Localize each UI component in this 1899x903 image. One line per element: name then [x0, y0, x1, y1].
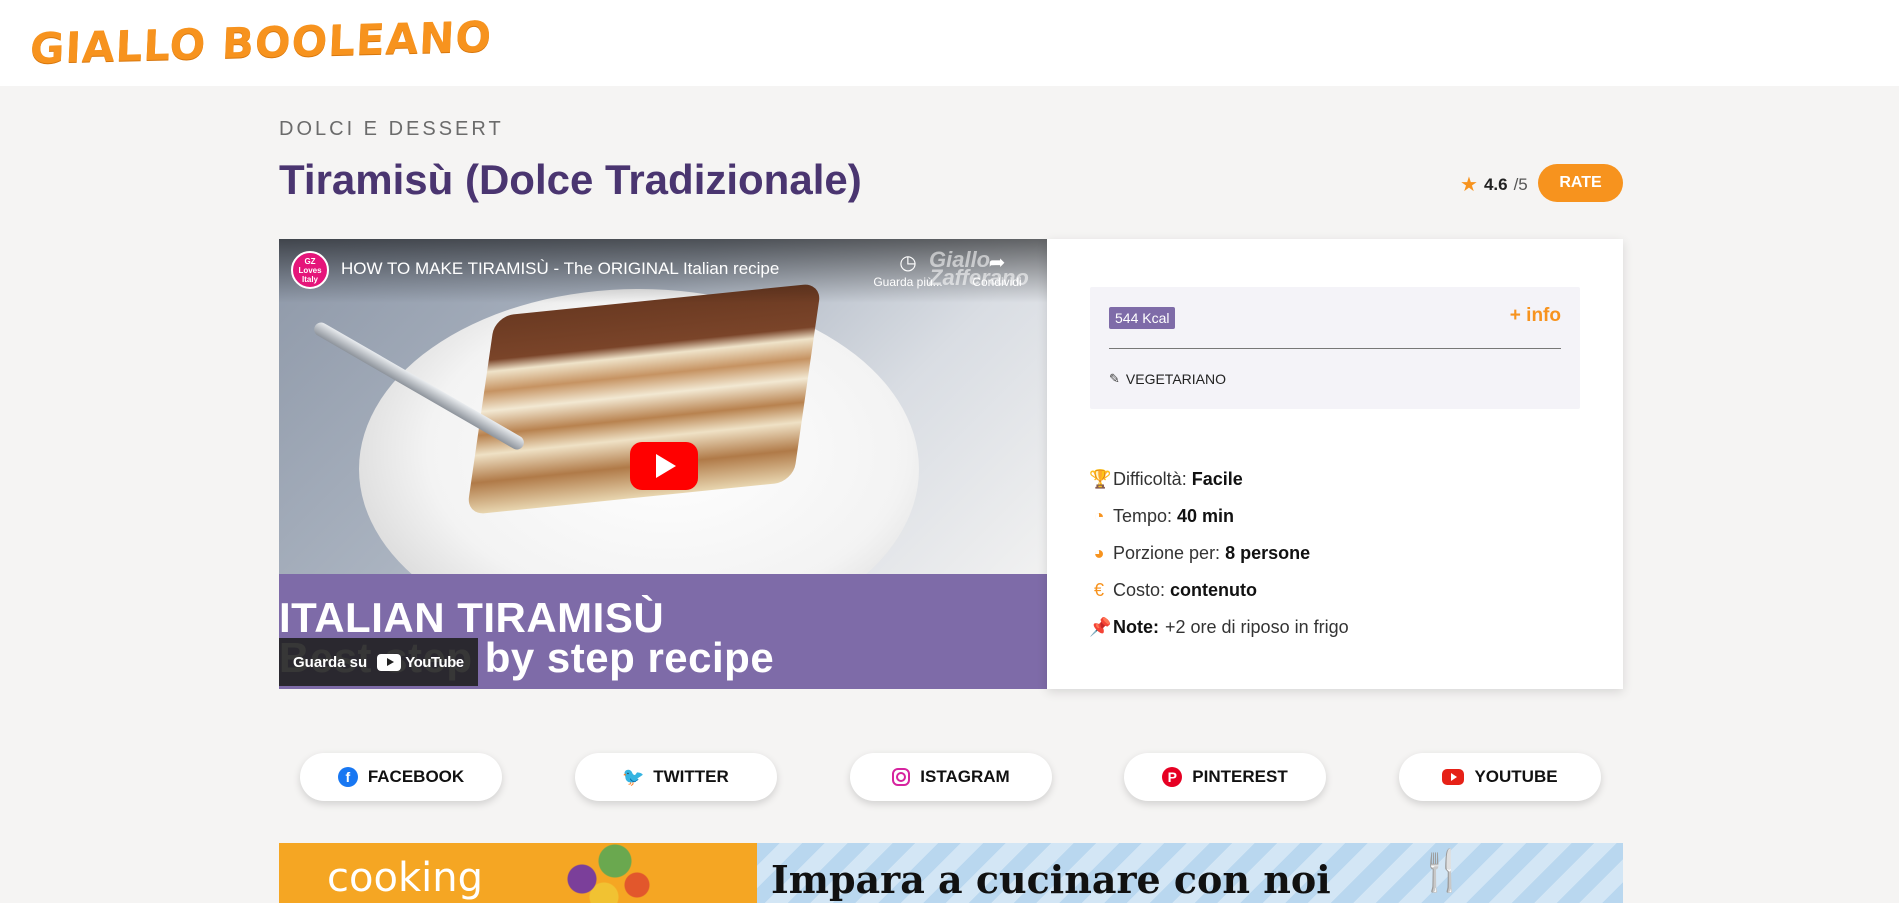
- fact-value: 40 min: [1177, 506, 1235, 526]
- youtube-play-icon: [377, 653, 402, 671]
- fact-value: 8 persone: [1225, 543, 1311, 563]
- recipe-category[interactable]: DOLCI E DESSERT: [279, 118, 504, 141]
- play-button[interactable]: [630, 442, 698, 490]
- share-twitter-button[interactable]: 🐦 TWITTER: [575, 753, 777, 801]
- watch-on-label: Guarda su: [293, 653, 368, 671]
- pinterest-icon: P: [1162, 767, 1183, 787]
- diet-tag-label: VEGETARIANO: [1125, 371, 1226, 387]
- video-player[interactable]: GZ Loves Italy HOW TO MAKE TIRAMISÙ - Th…: [279, 239, 1047, 689]
- share-pinterest-button[interactable]: P PINTEREST: [1124, 753, 1326, 801]
- social-label: PINTEREST: [1192, 767, 1288, 786]
- fact-servings: ◕ Porzione per: 8 persone: [1089, 535, 1349, 572]
- share-facebook-button[interactable]: f FACEBOOK: [300, 753, 502, 801]
- banner-right-text: Impara a cucinare con noi: [771, 857, 1331, 902]
- youtube-logo: YouTube: [377, 653, 464, 671]
- share-label: Condividi: [972, 275, 1022, 289]
- clock-icon: ◔: [1093, 506, 1105, 526]
- kcal-badge: 544 Kcal: [1109, 307, 1176, 329]
- fact-label: Note:: [1113, 617, 1159, 637]
- rate-button[interactable]: RATE: [1538, 164, 1623, 202]
- fact-difficulty: 🏆 Difficoltà: Facile: [1089, 461, 1349, 498]
- social-label: YOUTUBE: [1474, 767, 1558, 786]
- more-info-link[interactable]: + info: [1510, 305, 1561, 327]
- utensils-icon: 🍴: [1417, 849, 1467, 893]
- divider: [1109, 348, 1561, 349]
- pin-icon: 📌: [1089, 617, 1112, 637]
- star-icon: ★: [1460, 174, 1478, 196]
- watch-on-youtube-button[interactable]: Guarda su YouTube: [279, 638, 478, 686]
- social-label: FACEBOOK: [367, 767, 465, 786]
- vegetables-icon: [549, 843, 659, 903]
- banner-right: Impara a cucinare con noi 🍴: [757, 843, 1623, 903]
- fact-cost: € Costo: contenuto: [1089, 572, 1349, 609]
- fact-label: Difficoltà:: [1113, 469, 1187, 489]
- banner-left-text: cooking: [327, 855, 483, 901]
- promo-banner[interactable]: cooking Impara a cucinare con noi 🍴: [279, 843, 1623, 903]
- recipe-info-card: 544 Kcal + info ✎ VEGETARIANO 🏆 Difficol…: [1047, 239, 1623, 689]
- fact-value: +2 ore di riposo in frigo: [1165, 617, 1349, 637]
- recipe-facts: 🏆 Difficoltà: Facile ◔ Tempo: 40 min ◕ P…: [1089, 461, 1349, 646]
- banner-left: cooking: [279, 843, 757, 903]
- fact-time: ◔ Tempo: 40 min: [1089, 498, 1349, 535]
- youtube-label: YouTube: [405, 653, 464, 671]
- rating-scale: /5: [1513, 174, 1528, 194]
- social-label: ISTAGRAM: [920, 767, 1010, 786]
- clock-icon: ◷: [899, 252, 917, 274]
- watch-later-label: Guarda più...: [873, 275, 943, 289]
- site-logo[interactable]: GIALLO BOOLEANO: [29, 12, 493, 73]
- share-youtube-button[interactable]: YOUTUBE: [1399, 753, 1601, 801]
- fact-note: 📌 Note: +2 ore di riposo in frigo: [1089, 609, 1349, 646]
- fact-value: Facile: [1191, 469, 1243, 489]
- share-button[interactable]: ➦ Condividi: [957, 251, 1037, 289]
- rating: ★ 4.6 /5: [1460, 172, 1528, 197]
- share-icon: ➦: [988, 252, 1006, 274]
- youtube-icon: [1442, 769, 1465, 785]
- fact-label: Tempo:: [1113, 506, 1173, 526]
- fact-value: contenuto: [1170, 580, 1258, 600]
- twitter-icon: 🐦: [622, 766, 645, 787]
- nutrition-box: 544 Kcal + info ✎ VEGETARIANO: [1090, 287, 1580, 409]
- video-title[interactable]: HOW TO MAKE TIRAMISÙ - The ORIGINAL Ital…: [341, 259, 779, 279]
- trophy-icon: 🏆: [1089, 469, 1112, 489]
- watch-later-button[interactable]: ◷ Guarda più...: [868, 251, 948, 289]
- share-instagram-button[interactable]: ISTAGRAM: [850, 753, 1052, 801]
- carrot-icon: ✎: [1109, 371, 1120, 386]
- pie-chart-icon: ◕: [1093, 543, 1105, 563]
- instagram-icon: [892, 768, 911, 786]
- fact-label: Costo:: [1113, 580, 1166, 600]
- fact-label: Porzione per:: [1113, 543, 1221, 563]
- rating-score: 4.6: [1483, 174, 1508, 194]
- diet-tag: ✎ VEGETARIANO: [1109, 371, 1226, 387]
- top-bar: GIALLO BOOLEANO: [0, 0, 1899, 86]
- facebook-icon: f: [337, 767, 358, 787]
- social-label: TWITTER: [653, 767, 729, 786]
- channel-avatar[interactable]: GZ Loves Italy: [291, 251, 329, 289]
- euro-icon: €: [1093, 580, 1104, 600]
- page-title: Tiramisù (Dolce Tradizionale): [279, 156, 862, 203]
